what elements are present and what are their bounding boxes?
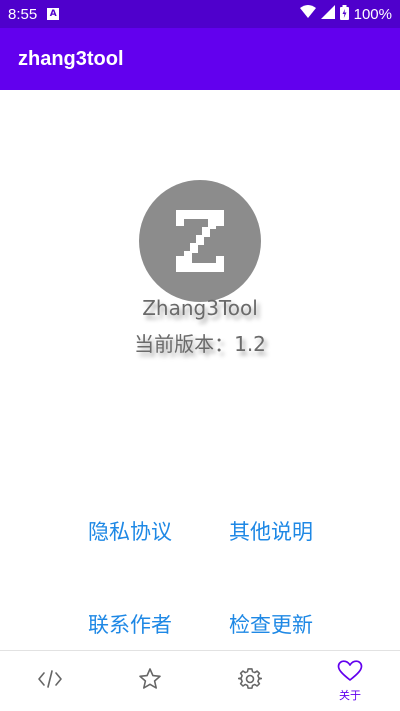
- code-icon: [37, 668, 63, 694]
- other-info-link[interactable]: 其他说明: [196, 516, 346, 546]
- nav-item-about[interactable]: 关于: [300, 651, 400, 711]
- notification-icon: A: [47, 8, 60, 20]
- contact-author-link[interactable]: 联系作者: [55, 609, 205, 639]
- version-info: 当前版本：1.2: [0, 328, 400, 357]
- gear-icon: [237, 667, 263, 695]
- nav-item-code[interactable]: [0, 651, 100, 711]
- app-name: Zhang3Tool: [142, 296, 258, 320]
- version-value: 1.2: [234, 332, 266, 356]
- star-icon: [138, 667, 162, 695]
- nav-item-settings[interactable]: [200, 651, 300, 711]
- app-bar-title: zhang3tool: [18, 47, 124, 70]
- version-label: 当前版本：: [134, 332, 235, 356]
- privacy-policy-link[interactable]: 隐私协议: [55, 516, 205, 546]
- status-right: 100%: [299, 4, 392, 24]
- signal-icon: [320, 5, 335, 23]
- nav-item-favorites[interactable]: [100, 651, 200, 711]
- status-bar: 8:55 A 100%: [0, 0, 400, 28]
- nav-label-about: 关于: [339, 688, 361, 702]
- heart-icon: [337, 659, 363, 686]
- bottom-navigation: 关于: [0, 650, 400, 711]
- status-time: 8:55: [8, 5, 38, 23]
- app-logo: [139, 180, 261, 302]
- logo-z-glyph: [176, 210, 224, 272]
- check-update-link[interactable]: 检查更新: [196, 609, 346, 639]
- battery-percent: 100%: [353, 5, 392, 23]
- battery-icon: [339, 4, 349, 24]
- app-bar: zhang3tool: [0, 28, 400, 90]
- wifi-icon: [299, 5, 316, 23]
